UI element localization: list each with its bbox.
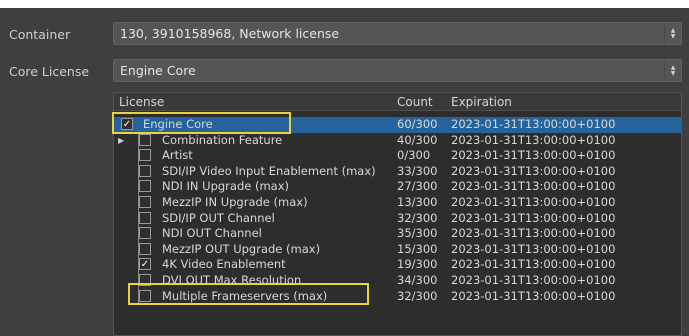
license-name: Combination Feature: [162, 132, 283, 147]
license-expiration: 2023-01-31T13:00:00+0100: [451, 210, 616, 225]
license-expiration: 2023-01-31T13:00:00+0100: [451, 148, 616, 163]
table-row[interactable]: MezzIP OUT Upgrade (max) 15/300 2023-01-31…: [114, 241, 681, 258]
table-header: License Count Expiration: [114, 93, 681, 111]
license-checkbox[interactable]: ✓: [139, 258, 151, 271]
table-row[interactable]: Multiple Frameservers (max) 32/300 2023-01…: [114, 288, 681, 305]
license-checkbox[interactable]: ✓: [121, 118, 133, 130]
core-license-label: Core License: [9, 64, 90, 79]
license-count: 27/300: [397, 179, 438, 194]
table-row[interactable]: Artist 0/300 2023-01-31T13:00:00+0100: [114, 148, 681, 164]
license-expiration: 2023-01-31T13:00:00+0100: [451, 226, 616, 241]
license-expiration: 2023-01-31T13:00:00+0100: [451, 163, 616, 178]
license-name: Engine Core: [143, 117, 213, 131]
up-down-chevron-icon: ▲ ▼: [664, 60, 681, 81]
table-row[interactable]: NDI IN Upgrade (max) 27/300 2023-01-31T13:…: [114, 179, 681, 195]
clipped-title-strip: [0, 0, 689, 8]
license-count: 13/300: [397, 194, 438, 209]
expander-arrow-icon[interactable]: ▶: [118, 133, 124, 149]
license-name: SDI/IP OUT Channel: [162, 210, 275, 225]
header-expiration[interactable]: Expiration: [451, 95, 512, 109]
license-name: DVI OUT Max Resolution: [162, 272, 302, 287]
license-expiration: 2023-01-31T13:00:00+0100: [451, 132, 616, 147]
license-count: 33/300: [397, 163, 438, 178]
header-count[interactable]: Count: [397, 95, 433, 109]
license-name: Multiple Frameservers (max): [162, 288, 328, 303]
container-select-value: 130, 3910158968, Network license: [120, 26, 340, 41]
license-name: NDI OUT Channel: [162, 226, 262, 241]
license-checkbox[interactable]: [139, 195, 151, 208]
license-expiration: 2023-01-31T13:00:00+0100: [451, 241, 616, 256]
license-count: 60/300: [397, 117, 438, 131]
license-expiration: 2023-01-31T13:00:00+0100: [451, 179, 616, 194]
core-license-select[interactable]: Engine Core ▲ ▼: [113, 59, 682, 82]
license-name: 4K Video Enablement: [162, 257, 286, 272]
table-row[interactable]: ✓ Engine Core 60/300 2023-01-31T13:00:00+01…: [114, 117, 681, 133]
license-checkbox[interactable]: [139, 289, 151, 302]
license-expiration: 2023-01-31T13:00:00+0100: [451, 288, 616, 303]
table-row[interactable]: SDI/IP Video Input Enablement (max) 33/30…: [114, 163, 681, 180]
table-row[interactable]: MezzIP IN Upgrade (max) 13/300 2023-01-31T…: [114, 194, 681, 211]
license-name: NDI IN Upgrade (max): [162, 179, 290, 194]
license-tree-table[interactable]: License Count Expiration ✓ Engine Core 60/…: [113, 92, 682, 336]
license-name: Artist: [162, 148, 193, 163]
table-row[interactable]: ✓ 4K Video Enablement 19/300 2023-01-31T13:…: [114, 257, 681, 273]
license-name: MezzIP OUT Upgrade (max): [162, 241, 321, 256]
license-name: SDI/IP Video Input Enablement (max): [162, 163, 376, 178]
table-body: ✓ Engine Core 60/300 2023-01-31T13:00:00+01…: [114, 117, 681, 305]
license-count: 35/300: [397, 226, 438, 241]
table-row[interactable]: NDI OUT Channel 35/300 2023-01-31T13:00:00…: [114, 226, 681, 242]
license-name: MezzIP IN Upgrade (max): [162, 194, 308, 209]
license-count: 32/300: [397, 288, 438, 303]
table-row[interactable]: ▶ Combination Feature 40/300 2023-01-31T13:…: [114, 132, 681, 149]
table-row[interactable]: DVI OUT Max Resolution 34/300 2023-01-31T1…: [114, 272, 681, 289]
license-checkbox[interactable]: [139, 242, 151, 255]
license-checkbox[interactable]: [139, 211, 151, 224]
up-down-chevron-icon: ▲ ▼: [664, 23, 681, 44]
license-count: 34/300: [397, 272, 438, 287]
header-license[interactable]: License: [119, 95, 164, 109]
license-count: 40/300: [397, 132, 438, 147]
license-checkbox[interactable]: [139, 227, 151, 240]
license-checkbox[interactable]: [139, 133, 151, 146]
license-count: 19/300: [397, 257, 438, 272]
core-license-select-value: Engine Core: [120, 63, 196, 78]
license-expiration: 2023-01-31T13:00:00+0100: [451, 117, 616, 131]
table-row[interactable]: SDI/IP OUT Channel 32/300 2023-01-31T13:00…: [114, 210, 681, 227]
container-select[interactable]: 130, 3910158968, Network license ▲ ▼: [113, 22, 682, 45]
license-expiration: 2023-01-31T13:00:00+0100: [451, 257, 616, 272]
container-label: Container: [9, 27, 71, 42]
license-checkbox[interactable]: [139, 149, 151, 162]
license-checkbox[interactable]: [139, 164, 151, 177]
license-checkbox[interactable]: [139, 273, 151, 286]
license-count: 32/300: [397, 210, 438, 225]
license-count: 15/300: [397, 241, 438, 256]
license-count: 0/300: [397, 148, 431, 163]
license-expiration: 2023-01-31T13:00:00+0100: [451, 194, 616, 209]
license-expiration: 2023-01-31T13:00:00+0100: [451, 272, 616, 287]
license-checkbox[interactable]: [139, 180, 151, 193]
